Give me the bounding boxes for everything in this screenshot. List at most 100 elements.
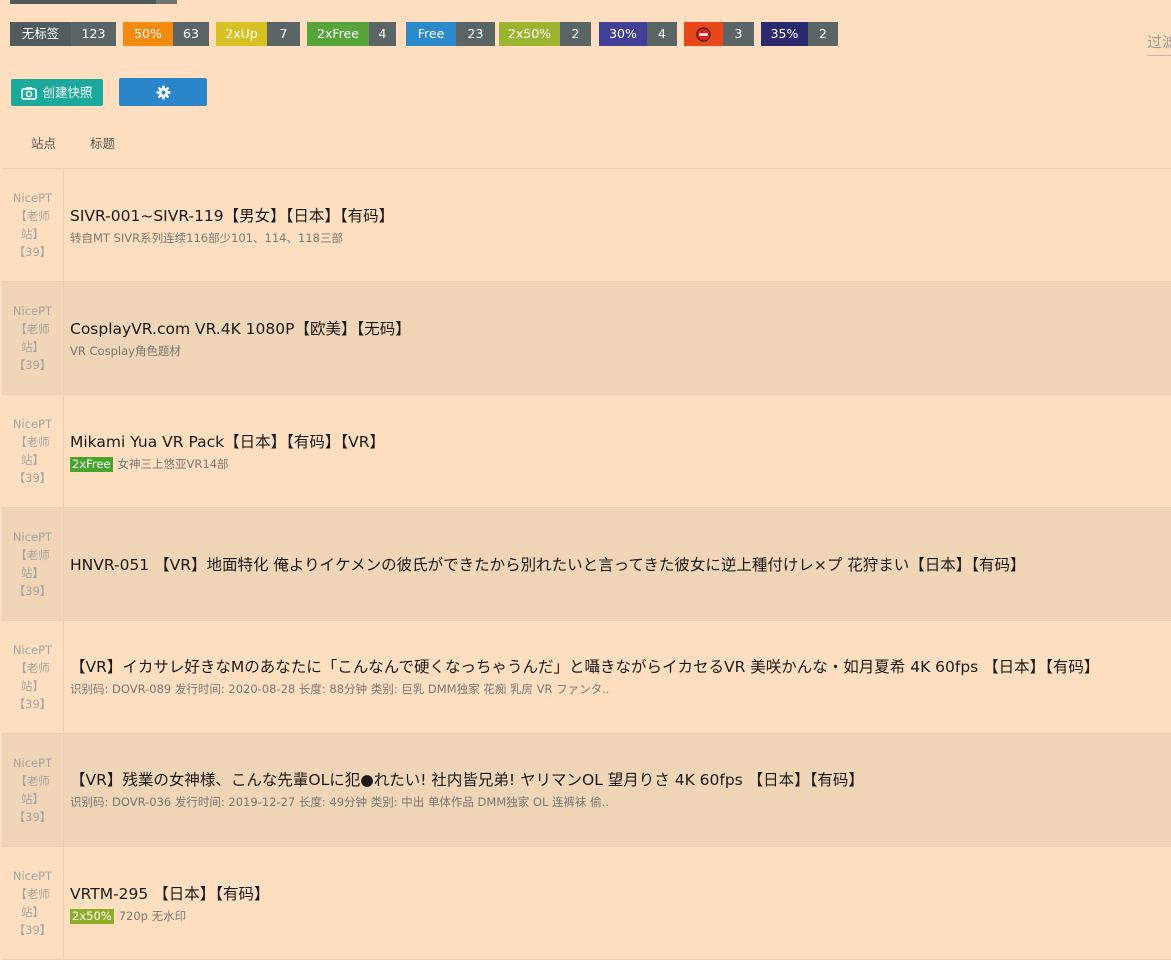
filter-chip-label: 无标签 <box>10 22 71 46</box>
create-snapshot-button[interactable]: 创建快照 <box>11 79 103 106</box>
subtitle-text: 女神三上悠亚VR14部 <box>117 457 229 471</box>
filter-chip-label: 35% <box>761 22 808 46</box>
torrent-subtitle: 转自MT SIVR系列连续116部少101、114、118三部 <box>70 230 343 246</box>
site-note: 站】 <box>21 679 44 693</box>
site-count: 【39】 <box>13 358 52 372</box>
site-cell: NicePT 【老师 站】 【39】 <box>2 621 64 733</box>
site-name: NicePT <box>12 869 53 883</box>
filter-chip-label: 30% <box>599 22 647 46</box>
filter-chip-label: 2xUp <box>216 22 267 46</box>
filter-chip-count: 63 <box>173 22 209 46</box>
torrent-subtitle: 2xFree 女神三上悠亚VR14部 <box>70 456 229 472</box>
filter-chip-banned[interactable]: 3 <box>684 22 754 46</box>
torrent-title-link[interactable]: SIVR-001~SIVR-119【男女】【日本】【有码】 <box>70 204 394 226</box>
torrent-subtitle: 识别码: DOVR-089 发行时间: 2020-08-28 长度: 88分钟 … <box>70 681 609 697</box>
site-note: 【老师 <box>15 774 50 788</box>
torrent-title-link[interactable]: CosplayVR.com VR.4K 1080P【欧美】【无码】 <box>70 317 411 339</box>
site-note: 站】 <box>21 905 44 919</box>
site-name: NicePT <box>12 191 53 205</box>
filter-chip-banned-label <box>684 22 723 46</box>
filter-chip-free[interactable]: Free 23 <box>406 22 495 46</box>
settings-button[interactable] <box>119 78 207 106</box>
filter-chip-35[interactable]: 35% 2 <box>761 22 838 46</box>
filter-chip-50[interactable]: 50% 63 <box>123 22 209 46</box>
table-row: NicePT 【老师 站】 【39】 SIVR-001~SIVR-119【男女】… <box>2 169 1171 282</box>
site-note: 【老师 <box>15 435 50 449</box>
column-header-title[interactable]: 标题 <box>90 133 115 152</box>
subtitle-text: 转自MT SIVR系列连续116部少101、114、118三部 <box>70 231 343 245</box>
site-note: 【老师 <box>15 548 50 562</box>
filter-chip-count: 4 <box>369 22 396 46</box>
site-note: 站】 <box>21 792 44 806</box>
top-scroll-strip-end <box>156 0 177 4</box>
torrent-title-link[interactable]: HNVR-051 【VR】地面特化 俺よりイケメンの彼氏ができたから別れたいと言… <box>70 553 1026 575</box>
table-row: NicePT 【老师 站】 【39】 【VR】残業の女神様、こんな先輩OLに犯●… <box>2 734 1171 847</box>
site-cell: NicePT 【老师 站】 【39】 <box>2 508 64 620</box>
filter-chip-count: 4 <box>647 22 677 46</box>
column-header-site[interactable]: 站点 <box>31 133 56 152</box>
torrent-title-link[interactable]: 【VR】イカサレ好きなMのあなたに「こんなんで硬くなっちゃうんだ」と囁きながらイ… <box>70 655 1099 677</box>
site-count: 【39】 <box>13 245 52 259</box>
site-note: 站】 <box>21 453 44 467</box>
site-count: 【39】 <box>13 810 52 824</box>
site-note: 【老师 <box>15 322 50 336</box>
table-row: NicePT 【老师 站】 【39】 【VR】イカサレ好きなMのあなたに「こんな… <box>2 621 1171 734</box>
torrent-title-link[interactable]: 【VR】残業の女神様、こんな先輩OLに犯●れたい! 社内皆兄弟! ヤリマンOL … <box>70 768 864 790</box>
site-name: NicePT <box>12 643 53 657</box>
top-scroll-strip <box>10 0 177 4</box>
site-note: 站】 <box>21 227 44 241</box>
promo-tag-2xfree: 2xFree <box>70 456 113 472</box>
torrent-subtitle: 2x50% 720p 无水印 <box>70 908 186 924</box>
torrent-subtitle: 识别码: DOVR-036 发行时间: 2019-12-27 长度: 49分钟 … <box>70 794 609 810</box>
table-row: NicePT 【老师 站】 【39】 HNVR-051 【VR】地面特化 俺より… <box>2 508 1171 621</box>
filter-chip-30[interactable]: 30% 4 <box>599 22 677 46</box>
site-name: NicePT <box>12 530 53 544</box>
filter-chip-2xup[interactable]: 2xUp 7 <box>216 22 300 46</box>
filter-chip-count: 7 <box>267 22 300 46</box>
table-row: NicePT 【老师 站】 【39】 VRTM-295 【日本】【有码】 2x5… <box>2 847 1171 960</box>
site-name: NicePT <box>12 756 53 770</box>
filter-chip-2xfree[interactable]: 2xFree 4 <box>307 22 396 46</box>
filter-chip-count: 2 <box>808 22 838 46</box>
filter-chip-count: 23 <box>456 22 495 46</box>
torrent-title-link[interactable]: VRTM-295 【日本】【有码】 <box>70 882 269 904</box>
torrent-list: NicePT 【老师 站】 【39】 SIVR-001~SIVR-119【男女】… <box>2 168 1171 960</box>
subtitle-text: 识别码: DOVR-089 发行时间: 2020-08-28 长度: 88分钟 … <box>70 682 610 696</box>
subtitle-text: 识别码: DOVR-036 发行时间: 2019-12-27 长度: 49分钟 … <box>70 795 609 809</box>
filter-chip-count: 3 <box>723 22 754 46</box>
site-note: 站】 <box>21 566 44 580</box>
site-count: 【39】 <box>13 923 52 937</box>
torrent-subtitle: VR Cosplay角色题材 <box>70 343 181 359</box>
subtitle-text: VR Cosplay角色题材 <box>70 344 181 358</box>
filter-chip-label: 50% <box>123 22 173 46</box>
site-count: 【39】 <box>13 471 52 485</box>
site-cell: NicePT 【老师 站】 【39】 <box>2 847 64 959</box>
site-count: 【39】 <box>13 697 52 711</box>
site-cell: NicePT 【老师 站】 【39】 <box>2 282 64 394</box>
site-name: NicePT <box>12 304 53 318</box>
gear-icon <box>155 84 171 100</box>
site-note: 【老师 <box>15 887 50 901</box>
torrent-title-link[interactable]: Mikami Yua VR Pack【日本】【有码】【VR】 <box>70 430 385 452</box>
no-entry-icon <box>696 26 711 42</box>
filter-chip-count: 2 <box>560 22 591 46</box>
filter-chip-no-tag[interactable]: 无标签 123 <box>10 22 116 46</box>
filter-chip-2x50[interactable]: 2x50% 2 <box>499 22 591 46</box>
table-row: NicePT 【老师 站】 【39】 Mikami Yua VR Pack【日本… <box>2 395 1171 508</box>
create-snapshot-label: 创建快照 <box>42 85 93 100</box>
filter-chip-label: 2x50% <box>499 22 560 46</box>
site-cell: NicePT 【老师 站】 【39】 <box>2 395 64 507</box>
site-cell: NicePT 【老师 站】 【39】 <box>2 734 64 846</box>
subtitle-text: 720p 无水印 <box>118 909 187 923</box>
site-count: 【39】 <box>13 584 52 598</box>
site-name: NicePT <box>12 417 53 431</box>
site-note: 站】 <box>21 340 44 354</box>
filter-chip-count: 123 <box>71 22 116 46</box>
table-row: NicePT 【老师 站】 【39】 CosplayVR.com VR.4K 1… <box>2 282 1171 395</box>
promo-tag-2x50: 2x50% <box>70 908 114 924</box>
filter-input[interactable]: 过滤 <box>1147 31 1171 56</box>
filter-chip-label: Free <box>406 22 456 46</box>
site-cell: NicePT 【老师 站】 【39】 <box>2 169 64 281</box>
camera-icon <box>21 86 38 100</box>
filter-chip-label: 2xFree <box>307 22 369 46</box>
